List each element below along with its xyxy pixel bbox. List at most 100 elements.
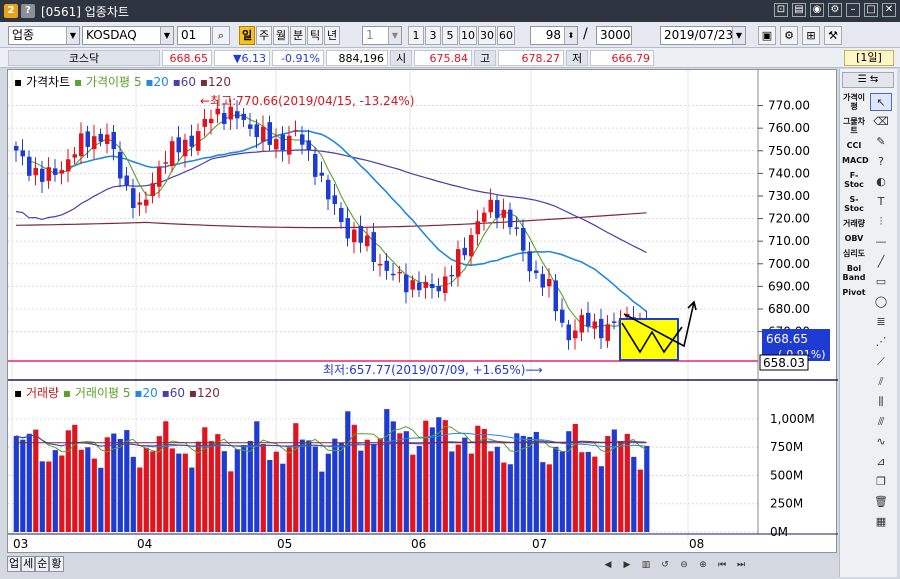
sidebar-toggle[interactable]: ☰ ⇆ [842,72,894,88]
zoom-out-icon[interactable]: ⊖ [676,558,692,572]
gear-icon[interactable]: ⚙ [780,26,798,45]
chart-area[interactable]: ▪ 가격차트 ▪ 가격이평 5 ▪20 ▪60 ▪120 ←최고:770.66(… [7,69,838,554]
candle-body [423,281,428,288]
bar-chart-icon[interactable]: ▥ [638,558,654,572]
reset-icon[interactable]: ↺ [657,558,673,572]
change-percent: -0.91% [272,50,324,66]
channel-icon[interactable]: ⫽ [870,373,892,391]
interval-select[interactable]: 1 ▼ [362,26,402,45]
indicator-volume[interactable]: 거래량 [842,219,866,228]
indicator-psychology[interactable]: 심리도 [842,249,866,258]
tab-status[interactable]: 황 [49,556,64,572]
volume-tick-label: 250M [770,497,803,511]
color-tool-icon[interactable]: ◐ [870,173,892,191]
copy-icon[interactable]: ❐ [870,473,892,491]
period-month[interactable]: 월 [273,26,289,45]
app-icon[interactable]: 2 [4,4,18,18]
auto-trend-icon[interactable]: ⊿ [870,453,892,471]
eraser-tool-icon[interactable]: ⌫ [870,113,892,131]
maximize-icon[interactable]: □ [864,3,878,17]
delete-icon[interactable]: 🗑 [870,493,892,511]
report-icon[interactable]: ▦ [870,513,892,531]
price-ma-label: 가격이평 [86,75,130,89]
fibonacci-icon[interactable]: ≣ [870,313,892,331]
period-badge[interactable]: [1일] [844,50,894,66]
view-count-stepper[interactable]: 98 ⬍ [530,26,578,45]
indicator-s-stoc[interactable]: S-Stoc [842,195,866,213]
candle-body [339,208,344,223]
close-icon[interactable]: ✕ [882,3,896,17]
candle-body [332,195,337,205]
print-icon[interactable]: ▤ [792,3,806,17]
stepper-icon[interactable]: ⬍ [564,27,577,44]
rectangle-icon[interactable]: ▭ [870,273,892,291]
period-day[interactable]: 일 [239,26,255,45]
scroll-left-icon[interactable]: ◀ [600,558,616,572]
config-icon[interactable]: ⚒ [824,26,842,45]
period-minute[interactable]: 분 [290,26,306,45]
interval-5[interactable]: 5 [442,26,458,45]
interval-3[interactable]: 3 [425,26,441,45]
link-icon[interactable]: ⊡ [774,3,788,17]
scroll-right-icon[interactable]: ▶ [619,558,635,572]
tab-order[interactable]: 순 [35,556,50,572]
period-week[interactable]: 주 [256,26,272,45]
ellipse-icon[interactable]: ◯ [870,293,892,311]
volume-bar [338,442,344,532]
indicator-price-ma[interactable]: 가격이평 [842,93,866,111]
horizontal-line-icon[interactable]: — [870,233,892,251]
volume-bars [13,409,650,532]
last-page-icon[interactable]: ⏭ [733,558,749,572]
highlight-box[interactable] [619,318,679,361]
market-select[interactable]: 업종 ▼ [8,26,80,45]
candle-body [118,151,123,179]
indicator-f-stoc[interactable]: F-Stoc [842,171,866,189]
open-price: 675.84 [414,50,472,66]
total-count-input[interactable]: 3000 [596,26,632,45]
search-button[interactable]: ⌕ [212,26,230,45]
fan-line-icon[interactable]: ⟋ [870,353,892,371]
indicator-cci[interactable]: CCI [842,141,866,150]
chart-svg[interactable]: ▪ 가격차트 ▪ 가격이평 5 ▪20 ▪60 ▪120 ←최고:770.66(… [8,70,838,554]
interval-30[interactable]: 30 [478,26,496,45]
indicator-net-chart[interactable]: 그물차트 [842,117,866,135]
pattern-icon[interactable]: ⫻ [870,413,892,431]
price-tick-label: 740.00 [768,166,810,180]
volume-bar [124,430,130,532]
pointer-tool-icon[interactable]: ↖ [870,93,892,111]
market-code-select[interactable]: KOSDAQ ▼ [82,26,174,45]
layout-icon[interactable]: ⊞ [802,26,820,45]
capture-icon[interactable]: ◉ [810,3,824,17]
volume-bar [377,438,383,532]
zoom-in-icon[interactable]: ⊕ [695,558,711,572]
indicator-bollinger[interactable]: Bol Band [842,264,866,282]
tab-detail[interactable]: 세 [21,556,36,572]
help-tool-icon[interactable]: ? [870,153,892,171]
vertical-line-icon[interactable]: ⫶ [870,213,892,231]
save-icon[interactable]: ▣ [758,26,776,45]
wave-icon[interactable]: ∿ [870,433,892,451]
first-page-icon[interactable]: ⏮ [714,558,730,572]
indicator-pivot[interactable]: Pivot [842,288,866,297]
indicator-macd[interactable]: MACD [842,156,869,165]
pen-tool-icon[interactable]: ✎ [870,133,892,151]
sub-code-input[interactable]: 01 [177,26,211,45]
candle-body [111,131,116,150]
date-picker[interactable]: 2019/07/23 ▼ [660,26,746,45]
period-tick[interactable]: 틱 [307,26,323,45]
tab-sector[interactable]: 업 [7,556,22,572]
trend-line-icon[interactable]: ╱ [870,253,892,271]
interval-10[interactable]: 10 [459,26,477,45]
interval-1[interactable]: 1 [408,26,424,45]
help-icon[interactable]: ? [21,4,35,18]
gann-icon[interactable]: ⋰ [870,333,892,351]
text-tool-icon[interactable]: T [870,193,892,211]
indicator-obv[interactable]: OBV [842,234,866,243]
minimize-icon[interactable]: – [846,3,860,17]
interval-60[interactable]: 60 [497,26,515,45]
period-year[interactable]: 년 [324,26,340,45]
candle-body [137,202,142,205]
volume-bar [397,433,403,532]
settings-icon[interactable]: ⚙ [828,3,842,17]
cycle-icon[interactable]: ⫼ [870,393,892,411]
